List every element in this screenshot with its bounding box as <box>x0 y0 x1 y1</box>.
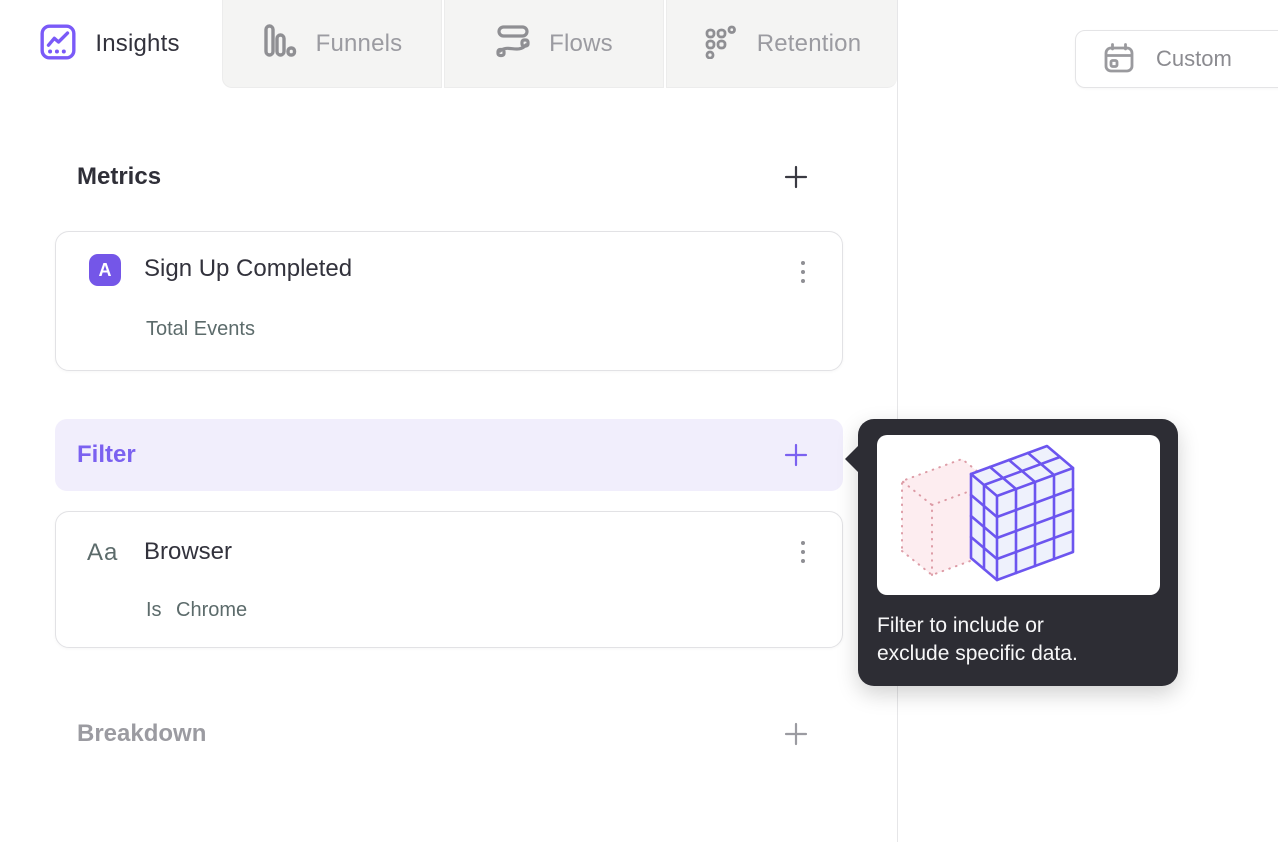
breakdown-title: Breakdown <box>77 720 207 747</box>
flows-icon <box>495 23 531 64</box>
breakdown-section-header: Breakdown <box>77 710 810 758</box>
string-property-icon: Aa <box>87 539 119 566</box>
filter-tooltip: Filter to include or exclude specific da… <box>845 419 1178 686</box>
tab-retention-label: Retention <box>756 29 862 57</box>
filter-tooltip-text: Filter to include or exclude specific da… <box>877 612 1162 668</box>
filter-operator: Is <box>146 599 162 621</box>
add-metric-button[interactable] <box>782 163 810 191</box>
metric-subtitle: Total Events <box>146 318 255 340</box>
calendar-icon <box>1102 41 1136 78</box>
filter-card-browser[interactable]: Aa Browser Is Chrome <box>55 511 843 648</box>
metric-badge: A <box>89 254 121 286</box>
tab-retention[interactable]: Retention <box>666 0 897 88</box>
funnels-icon <box>262 23 298 64</box>
add-filter-button[interactable] <box>782 441 810 469</box>
tab-insights[interactable]: Insights <box>0 0 219 88</box>
tooltip-line-1: Filter to include or <box>877 614 1044 637</box>
filter-section-header[interactable]: Filter <box>55 419 843 491</box>
retention-icon <box>703 23 739 64</box>
filter-illustration <box>877 435 1160 595</box>
tab-funnels[interactable]: Funnels <box>222 0 442 88</box>
metrics-section-header: Metrics <box>77 153 810 201</box>
filter-value: Chrome <box>176 599 248 621</box>
filter-title: Filter <box>77 441 136 468</box>
metric-card-sign-up-completed[interactable]: A Sign Up Completed Total Events <box>55 231 843 371</box>
metrics-title: Metrics <box>77 163 162 190</box>
add-breakdown-button[interactable] <box>782 720 810 748</box>
custom-date-label: Custom <box>1156 46 1232 71</box>
metric-title: Sign Up Completed <box>144 255 353 282</box>
filter-kebab-menu[interactable] <box>798 534 808 570</box>
tab-flows[interactable]: Flows <box>444 0 664 88</box>
insights-chart-icon <box>39 23 77 66</box>
tab-flows-label: Flows <box>549 29 613 57</box>
tooltip-line-2: exclude specific data. <box>877 642 1078 665</box>
metric-kebab-menu[interactable] <box>798 254 808 290</box>
tab-insights-label: Insights <box>95 30 180 57</box>
insights-report-builder: Insights Funnels Flows Retention Custom … <box>0 0 1278 842</box>
tab-funnels-label: Funnels <box>315 29 403 57</box>
filter-property-name: Browser <box>144 538 233 565</box>
custom-date-button[interactable]: Custom <box>1075 30 1278 88</box>
